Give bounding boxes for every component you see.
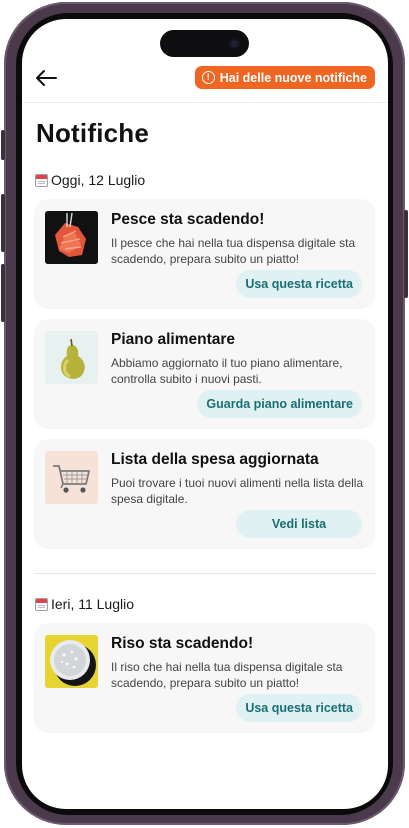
calendar-icon — [35, 597, 48, 611]
dynamic-island — [160, 30, 249, 57]
card-body: Il pesce che hai nella tua dispensa digi… — [111, 236, 356, 266]
card-body: Abbiamo aggiornato il tuo piano alimenta… — [111, 356, 343, 386]
date-header-today: Oggi, 12 Luglio — [35, 172, 145, 188]
calendar-icon — [35, 173, 48, 187]
notification-card: Riso sta scadendo! Il riso che hai nella… — [34, 623, 375, 733]
header-divider — [22, 102, 388, 103]
view-meal-plan-button[interactable]: Guarda piano alimentare — [197, 390, 362, 418]
page-title: Notifiche — [36, 118, 150, 148]
card-title: Pesce sta scadendo! — [111, 211, 265, 228]
side-button-right — [404, 210, 408, 298]
new-notifications-label: Hai delle nuove notifiche — [219, 70, 367, 85]
alert-circle-icon: ! — [201, 71, 215, 84]
section-divider — [34, 573, 376, 574]
view-list-button[interactable]: Vedi lista — [236, 510, 362, 538]
use-recipe-button[interactable]: Usa questa ricetta — [236, 270, 362, 298]
app-screen: ! Hai delle nuove notifiche Notifiche Og… — [22, 19, 388, 809]
notification-card: Pesce sta scadendo! Il pesce che hai nel… — [34, 199, 375, 309]
shopping-cart-icon — [45, 451, 98, 504]
notification-card: Lista della spesa aggiornata Puoi trovar… — [34, 439, 375, 549]
date-label: Ieri, 11 Luglio — [51, 596, 135, 612]
use-recipe-button[interactable]: Usa questa ricetta — [236, 694, 362, 722]
salmon-icon — [45, 211, 98, 264]
back-button[interactable] — [32, 66, 60, 90]
card-title: Riso sta scadendo! — [111, 635, 254, 652]
camera-icon — [229, 38, 240, 49]
date-header-yesterday: Ieri, 11 Luglio — [35, 596, 134, 612]
card-title: Lista della spesa aggiornata — [111, 451, 319, 468]
notification-card: Piano alimentare Abbiamo aggiornato il t… — [34, 319, 375, 429]
side-button-left — [1, 264, 5, 322]
card-body: Puoi trovare i tuoi nuovi alimenti nella… — [111, 476, 364, 506]
side-button-left — [1, 194, 5, 252]
date-label: Oggi, 12 Luglio — [51, 172, 146, 188]
rice-bowl-icon — [45, 635, 98, 688]
new-notifications-badge[interactable]: ! Hai delle nuove notifiche — [194, 66, 375, 89]
card-title: Piano alimentare — [111, 331, 236, 348]
side-button-left — [1, 130, 5, 160]
card-body: Il riso che hai nella tua dispensa digit… — [111, 660, 343, 690]
arrow-left-icon — [36, 70, 57, 86]
pear-icon — [45, 331, 98, 384]
